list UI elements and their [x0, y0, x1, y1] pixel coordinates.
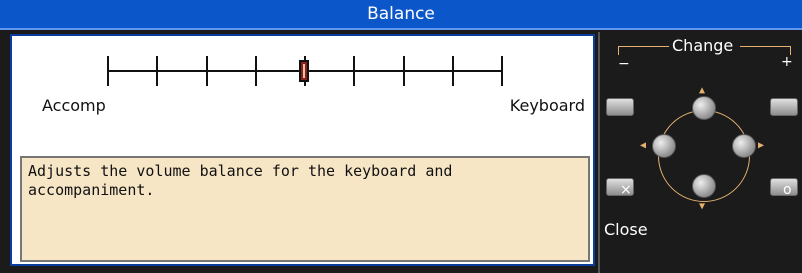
keyboard-label: Keyboard — [509, 96, 585, 115]
description-box: Adjusts the volume balance for the keybo… — [20, 156, 590, 262]
control-panel: Change − + ▲ ▼ ◀ ▶ × o Close — [598, 32, 802, 273]
close-label: Close — [604, 220, 648, 239]
arrow-down-icon: ▼ — [699, 201, 706, 212]
minus-icon: − — [618, 56, 630, 72]
o-icon: o — [783, 182, 792, 198]
balance-dialog: Balance Accomp Keyboard Adjusts the volu… — [0, 0, 802, 273]
accomp-label: Accomp — [42, 96, 106, 115]
slider-tick — [107, 56, 109, 86]
dpad-left-button[interactable] — [652, 134, 676, 158]
slider-tick — [452, 56, 454, 86]
slider-tick — [501, 56, 503, 86]
plus-icon: + — [781, 54, 793, 70]
increase-button[interactable] — [770, 98, 798, 116]
slider-tick — [206, 56, 208, 86]
slider-knob[interactable] — [299, 60, 309, 82]
window-title: Balance — [367, 4, 435, 24]
arrow-up-icon: ▲ — [699, 85, 706, 96]
slider-tick — [353, 56, 355, 86]
balance-slider[interactable] — [107, 56, 503, 86]
decrease-button[interactable] — [606, 98, 634, 116]
x-icon: × — [620, 182, 632, 198]
title-bar: Balance — [0, 0, 802, 30]
slider-tick — [156, 56, 158, 86]
dpad-right-button[interactable] — [732, 134, 756, 158]
dpad-up-button[interactable] — [692, 96, 716, 120]
change-label: Change — [672, 36, 734, 55]
balance-panel: Accomp Keyboard Adjusts the volume balan… — [10, 34, 595, 266]
slider-tick — [403, 56, 405, 86]
slider-tick — [255, 56, 257, 86]
dpad-down-button[interactable] — [692, 174, 716, 198]
arrow-right-icon: ▶ — [758, 140, 765, 151]
change-bracket-left — [618, 46, 669, 55]
arrow-left-icon: ◀ — [640, 140, 647, 151]
